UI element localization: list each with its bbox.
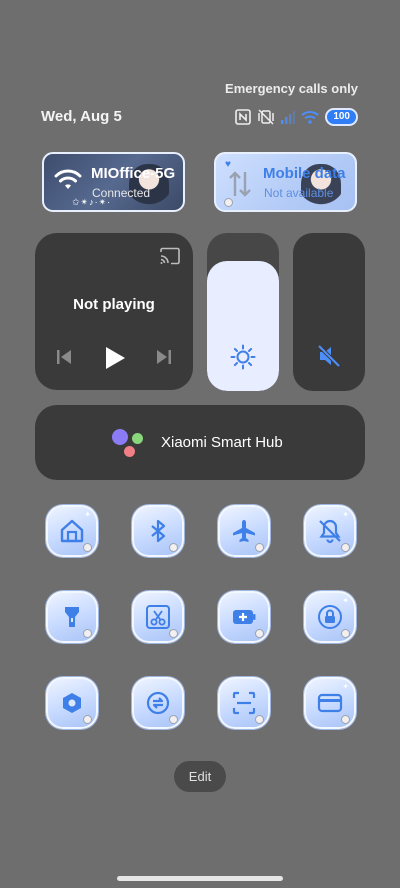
sticker-face-icon bbox=[341, 543, 350, 552]
toggle-scanner[interactable] bbox=[218, 677, 270, 729]
sticker-face-icon bbox=[83, 715, 92, 724]
sync-icon bbox=[146, 691, 170, 715]
smart-hub-label: Xiaomi Smart Hub bbox=[161, 434, 283, 451]
sparkle-icon: ✦ bbox=[84, 510, 91, 519]
volume-slider[interactable] bbox=[293, 233, 365, 391]
smart-hub-button[interactable]: Xiaomi Smart Hub bbox=[35, 405, 365, 480]
scan-icon bbox=[232, 691, 256, 715]
toggle-battery-saver[interactable] bbox=[218, 591, 270, 643]
hub-logo-dot bbox=[132, 433, 143, 444]
scissors-screenshot-icon bbox=[146, 605, 170, 629]
brightness-slider[interactable] bbox=[207, 233, 279, 391]
sticker-face-icon bbox=[169, 543, 178, 552]
sticker-face-icon bbox=[341, 629, 350, 638]
hub-logo-dot bbox=[112, 429, 128, 445]
toggle-do-not-disturb[interactable]: ✦ bbox=[304, 505, 356, 557]
sparkle-icon: ✦ bbox=[342, 596, 349, 605]
bluetooth-icon bbox=[151, 519, 166, 543]
play-icon[interactable] bbox=[103, 345, 127, 376]
sticker-face-icon bbox=[341, 715, 350, 724]
toggle-rotation-lock[interactable]: ✦ bbox=[304, 591, 356, 643]
wifi-icon bbox=[54, 168, 82, 197]
toggle-bluetooth[interactable] bbox=[132, 505, 184, 557]
toggle-screenshot[interactable] bbox=[132, 591, 184, 643]
toggle-sync[interactable] bbox=[132, 677, 184, 729]
wifi-icon bbox=[301, 110, 319, 124]
toggle-wallet[interactable]: ✦ bbox=[304, 677, 356, 729]
data-arrows-icon bbox=[228, 170, 252, 203]
toggle-airplane[interactable] bbox=[218, 505, 270, 557]
heart-icon: ♥ bbox=[225, 159, 231, 170]
sticker-face-icon bbox=[169, 715, 178, 724]
battery-saver-icon bbox=[233, 610, 256, 624]
mobile-data-status: Not available bbox=[264, 186, 334, 200]
next-icon[interactable] bbox=[155, 348, 173, 371]
sticker-face-icon bbox=[255, 715, 264, 724]
toggle-settings[interactable] bbox=[46, 677, 98, 729]
toggle-home[interactable]: ✦ bbox=[46, 505, 98, 557]
hub-logo-dot bbox=[124, 446, 135, 457]
home-indicator[interactable] bbox=[117, 876, 283, 881]
media-status: Not playing bbox=[73, 296, 155, 313]
sticker-face-icon bbox=[169, 629, 178, 638]
media-player[interactable]: Not playing bbox=[35, 233, 193, 390]
cast-icon[interactable] bbox=[159, 247, 181, 270]
wifi-network-name: MIOffice-5G bbox=[91, 165, 176, 182]
nfc-icon bbox=[235, 109, 252, 125]
edit-button[interactable]: Edit bbox=[174, 761, 226, 792]
brightness-icon bbox=[230, 344, 256, 375]
hexagon-settings-icon bbox=[63, 693, 81, 713]
decorative-stars: ✩✴♪·✴· bbox=[72, 197, 112, 207]
rotation-lock-icon bbox=[318, 605, 342, 629]
flashlight-icon bbox=[65, 607, 79, 627]
sparkle-icon: ✦ bbox=[342, 682, 349, 691]
airplane-icon bbox=[233, 520, 255, 542]
sticker-face-icon bbox=[83, 629, 92, 638]
mobile-data-title: Mobile data bbox=[263, 165, 346, 182]
status-icons: 100 bbox=[235, 108, 358, 126]
mobile-data-tile[interactable]: ♥ Mobile data Not available bbox=[214, 152, 357, 212]
sticker-face-icon bbox=[255, 543, 264, 552]
wifi-tile[interactable]: MIOffice-5G Connected ✩✴♪·✴· bbox=[42, 152, 185, 212]
sticker-face-icon bbox=[255, 629, 264, 638]
signal-icon bbox=[281, 110, 296, 124]
vibrate-off-icon bbox=[257, 109, 275, 125]
home-icon bbox=[60, 519, 84, 543]
volume-mute-icon bbox=[316, 343, 342, 374]
emergency-calls-text: Emergency calls only bbox=[225, 81, 358, 96]
date-text: Wed, Aug 5 bbox=[41, 108, 122, 125]
previous-icon[interactable] bbox=[55, 348, 73, 371]
toggle-flashlight[interactable] bbox=[46, 591, 98, 643]
sticker-face-icon bbox=[83, 543, 92, 552]
battery-indicator: 100 bbox=[325, 108, 358, 126]
sparkle-icon: ✦ bbox=[342, 510, 349, 519]
card-icon bbox=[317, 693, 343, 713]
bell-off-icon bbox=[319, 519, 341, 544]
